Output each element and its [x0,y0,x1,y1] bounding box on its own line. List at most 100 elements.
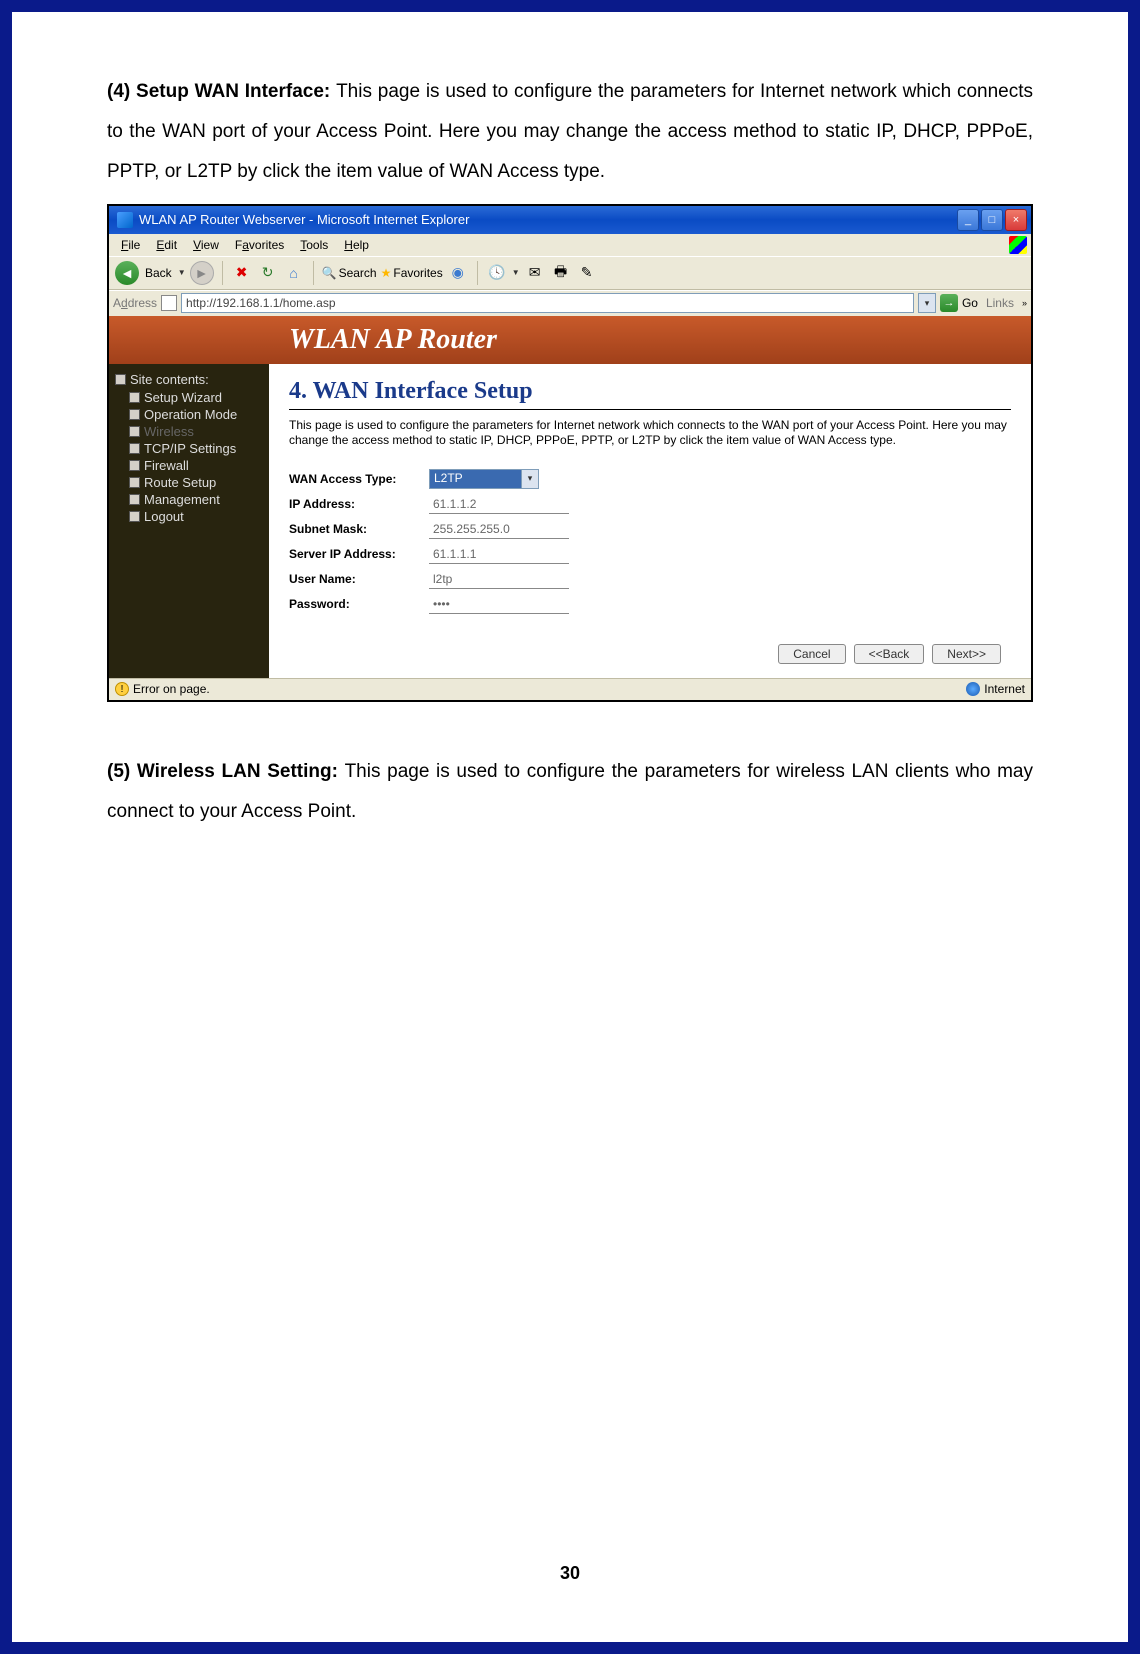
address-label: Address [113,296,157,310]
sidebar-item-setup-wizard[interactable]: Setup Wizard [115,389,263,406]
section5-heading: (5) Wireless LAN Setting: [107,761,345,782]
sidebar-item-label: Setup Wizard [144,390,222,405]
go-button[interactable]: → [940,294,958,312]
favorites-button[interactable]: ★Favorites [381,266,443,280]
sidebar-header-label: Site contents: [130,372,209,387]
chevron-down-icon: ▾ [521,470,538,488]
section4-heading: (4) Setup WAN Interface: [107,81,336,102]
links-label[interactable]: Links [982,296,1018,310]
history-button[interactable]: 🕓 [486,262,508,284]
password-input[interactable] [429,595,569,614]
sidebar: Site contents: Setup Wizard Operation Mo… [109,364,269,678]
sidebar-item-label: Wireless [144,424,194,439]
statusbar: ! Error on page. Internet [109,678,1031,700]
sidebar-item-logout[interactable]: Logout [115,508,263,525]
username-input[interactable] [429,570,569,589]
search-label: Search [339,266,377,280]
ip-address-input[interactable] [429,495,569,514]
search-icon: 🔍 [322,266,337,280]
panel-title: 4. WAN Interface Setup [289,378,1011,405]
router-page: WLAN AP Router Site contents: Setup Wiza… [109,316,1031,678]
page-icon [129,460,140,471]
address-dropdown[interactable]: ▾ [918,293,936,313]
close-button[interactable]: × [1005,209,1027,231]
divider [289,409,1011,410]
back-button[interactable]: <<Back [854,644,925,664]
stop-button[interactable]: ✖ [231,262,253,284]
subnet-mask-label: Subnet Mask: [289,522,429,536]
address-input[interactable] [181,293,914,313]
maximize-button[interactable]: □ [981,209,1003,231]
sidebar-item-firewall[interactable]: Firewall [115,457,263,474]
warning-icon: ! [115,682,129,696]
ie-throbber-icon [1009,236,1027,254]
sidebar-item-route-setup[interactable]: Route Setup [115,474,263,491]
page-number: 30 [12,1563,1128,1584]
media-button[interactable]: ◉ [447,262,469,284]
sidebar-header: Site contents: [115,372,263,387]
ip-address-label: IP Address: [289,497,429,511]
minimize-button[interactable]: _ [957,209,979,231]
server-ip-input[interactable] [429,545,569,564]
favorites-label: Favorites [393,266,442,280]
search-button[interactable]: 🔍Search [322,266,377,280]
sidebar-item-management[interactable]: Management [115,491,263,508]
window-title: WLAN AP Router Webserver - Microsoft Int… [139,212,957,227]
page-icon [129,409,140,420]
wan-access-type-label: WAN Access Type: [289,472,429,486]
print-button[interactable]: 🖶 [550,262,572,284]
subnet-mask-input[interactable] [429,520,569,539]
refresh-button[interactable]: ↻ [257,262,279,284]
status-text: Error on page. [133,682,210,696]
row-ip-address: IP Address: [289,495,1011,514]
page-icon [129,477,140,488]
address-bar: Address ▾ → Go Links » [109,290,1031,316]
section4-paragraph: (4) Setup WAN Interface: This page is us… [107,72,1033,192]
row-subnet-mask: Subnet Mask: [289,520,1011,539]
page-icon [129,392,140,403]
home-button[interactable]: ⌂ [283,262,305,284]
internet-zone-icon [966,682,980,696]
sidebar-item-tcpip[interactable]: TCP/IP Settings [115,440,263,457]
menu-help[interactable]: Help [336,238,377,252]
menu-file[interactable]: File [113,238,148,252]
sidebar-item-label: Firewall [144,458,189,473]
star-icon: ★ [381,266,392,280]
password-label: Password: [289,597,429,611]
wan-access-type-select[interactable]: L2TP ▾ [429,469,539,489]
menubar: File Edit View Favorites Tools Help [109,234,1031,256]
sidebar-item-label: Route Setup [144,475,216,490]
zone-label: Internet [984,682,1025,696]
back-button[interactable]: ◄ [115,261,139,285]
go-label: Go [962,296,978,310]
page-icon [161,295,177,311]
sidebar-item-label: Logout [144,509,184,524]
back-dropdown-icon[interactable]: ▼ [178,268,186,277]
toolbar: ◄ Back ▼ ► ✖ ↻ ⌂ 🔍Search ★Favorites ◉ 🕓 … [109,256,1031,290]
separator-icon [313,261,314,285]
select-value: L2TP [430,470,521,488]
page-icon [129,511,140,522]
menu-view[interactable]: View [185,238,227,252]
forward-button[interactable]: ► [190,261,214,285]
next-button[interactable]: Next>> [932,644,1001,664]
separator-icon [222,261,223,285]
sidebar-item-wireless[interactable]: Wireless [115,423,263,440]
edit-button[interactable]: ✎ [576,262,598,284]
titlebar: WLAN AP Router Webserver - Microsoft Int… [109,206,1031,234]
row-password: Password: [289,595,1011,614]
section5-paragraph: (5) Wireless LAN Setting: This page is u… [107,752,1033,832]
sidebar-item-operation-mode[interactable]: Operation Mode [115,406,263,423]
router-brand: WLAN AP Router [289,324,497,356]
cancel-button[interactable]: Cancel [778,644,845,664]
page-icon [129,494,140,505]
page-icon [129,426,140,437]
dropdown-icon[interactable]: ▼ [512,268,520,277]
separator-icon [477,261,478,285]
button-row: Cancel <<Back Next>> [289,644,1011,664]
menu-favorites[interactable]: Favorites [227,238,292,252]
mail-button[interactable]: ✉ [524,262,546,284]
menu-tools[interactable]: Tools [292,238,336,252]
username-label: User Name: [289,572,429,586]
menu-edit[interactable]: Edit [148,238,185,252]
